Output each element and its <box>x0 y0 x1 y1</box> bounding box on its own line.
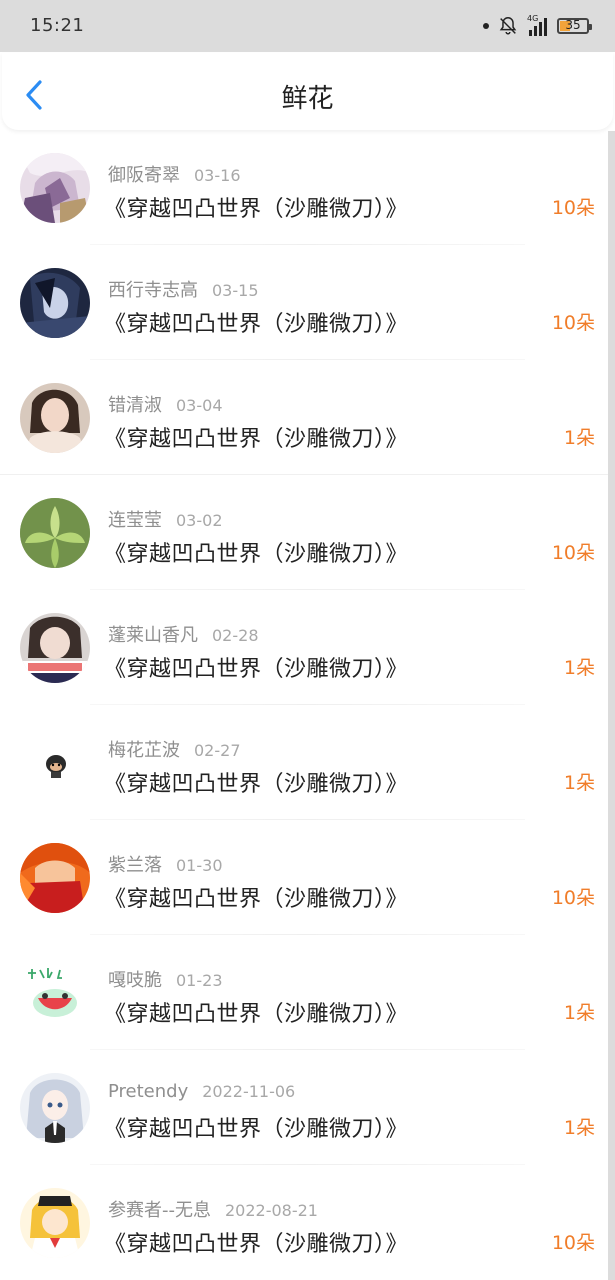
avatar <box>20 1073 90 1143</box>
sender-info: 梅花芷波 02-27 <box>108 736 241 762</box>
sender-name[interactable]: 嘎吱脆 <box>108 970 162 991</box>
gift-date: 03-04 <box>176 396 223 415</box>
sender-name[interactable]: 梅花芷波 <box>108 740 180 761</box>
book-title[interactable]: 《穿越凹凸世界（沙雕微刀）》 <box>104 881 408 913</box>
gift-date: 02-28 <box>212 626 259 645</box>
book-title[interactable]: 《穿越凹凸世界（沙雕微刀）》 <box>104 191 408 223</box>
avatar <box>20 843 90 913</box>
sender-info: 蓬莱山香凡 02-28 <box>108 621 259 647</box>
sender-info: 西行寺志高 03-15 <box>108 276 259 302</box>
sender-name[interactable]: 参赛者--无息 <box>108 1200 211 1221</box>
mute-bell-icon <box>499 17 517 35</box>
sender-name[interactable]: 错清淑 <box>108 395 162 416</box>
flower-amount: 1朵 <box>563 1002 595 1024</box>
status-time: 15:21 <box>30 15 85 36</box>
gift-date: 01-30 <box>176 856 223 875</box>
gift-date: 2022-08-21 <box>225 1201 318 1220</box>
avatar <box>20 613 90 683</box>
flower-amount: 10朵 <box>551 887 595 909</box>
network-type-label: 4G <box>527 14 539 23</box>
page-title: 鲜花 <box>281 84 334 114</box>
flower-amount: 10朵 <box>551 542 595 564</box>
list-item[interactable]: 西行寺志高 03-15 《穿越凹凸世界（沙雕微刀）》 10朵 <box>0 245 608 360</box>
sender-info: 紫兰落 01-30 <box>108 851 223 877</box>
sender-name[interactable]: 紫兰落 <box>108 855 162 876</box>
list-item[interactable]: 御阪寄翠 03-16 《穿越凹凸世界（沙雕微刀）》 10朵 <box>0 130 608 245</box>
list-item[interactable]: 参赛者--无息 2022-08-21 《穿越凹凸世界（沙雕微刀）》 10朵 <box>0 1165 608 1280</box>
status-bar: 15:21 4G 35 <box>0 0 615 52</box>
list-item[interactable]: 蓬莱山香凡 02-28 《穿越凹凸世界（沙雕微刀）》 1朵 <box>0 590 608 705</box>
flower-amount: 1朵 <box>563 1117 595 1139</box>
sender-name[interactable]: 西行寺志高 <box>108 280 198 301</box>
avatar <box>20 958 90 1028</box>
sender-info: 连莹莹 03-02 <box>108 506 223 532</box>
gift-date: 03-02 <box>176 511 223 530</box>
battery-icon: 35 <box>557 18 592 34</box>
sender-info: 参赛者--无息 2022-08-21 <box>108 1196 318 1222</box>
avatar <box>20 383 90 453</box>
gift-date: 2022-11-06 <box>202 1082 296 1101</box>
book-title[interactable]: 《穿越凹凸世界（沙雕微刀）》 <box>104 306 408 338</box>
gift-date: 03-15 <box>212 281 259 300</box>
list-item[interactable]: 连莹莹 03-02 《穿越凹凸世界（沙雕微刀）》 10朵 <box>0 475 608 590</box>
book-title[interactable]: 《穿越凹凸世界（沙雕微刀）》 <box>104 766 408 798</box>
flower-amount: 1朵 <box>563 657 595 679</box>
avatar <box>20 1188 90 1258</box>
sender-name[interactable]: Pretendy <box>108 1081 188 1102</box>
flower-gift-list: 御阪寄翠 03-16 《穿越凹凸世界（沙雕微刀）》 10朵 西行寺志高 03-15 … <box>0 130 608 1280</box>
sender-info: 御阪寄翠 03-16 <box>108 161 241 187</box>
sender-info: 错清淑 03-04 <box>108 391 223 417</box>
sender-name[interactable]: 御阪寄翠 <box>108 165 180 186</box>
book-title[interactable]: 《穿越凹凸世界（沙雕微刀）》 <box>104 1111 408 1143</box>
avatar <box>20 498 90 568</box>
flower-amount: 10朵 <box>551 312 595 334</box>
avatar <box>20 153 90 223</box>
sender-name[interactable]: 连莹莹 <box>108 510 162 531</box>
list-item[interactable]: 错清淑 03-04 《穿越凹凸世界（沙雕微刀）》 1朵 <box>0 360 608 475</box>
book-title[interactable]: 《穿越凹凸世界（沙雕微刀）》 <box>104 996 408 1028</box>
notification-dot-icon <box>483 23 489 29</box>
flower-amount: 10朵 <box>551 197 595 219</box>
scrollbar[interactable] <box>608 131 615 1280</box>
flower-amount: 1朵 <box>563 772 595 794</box>
book-title[interactable]: 《穿越凹凸世界（沙雕微刀）》 <box>104 421 408 453</box>
cellular-signal-icon: 4G <box>527 14 549 36</box>
flower-amount: 10朵 <box>551 1232 595 1254</box>
gift-date: 01-23 <box>176 971 223 990</box>
book-title[interactable]: 《穿越凹凸世界（沙雕微刀）》 <box>104 1226 408 1258</box>
avatar <box>20 268 90 338</box>
book-title[interactable]: 《穿越凹凸世界（沙雕微刀）》 <box>104 536 408 568</box>
list-item[interactable]: 梅花芷波 02-27 《穿越凹凸世界（沙雕微刀）》 1朵 <box>0 705 608 820</box>
sender-info: 嘎吱脆 01-23 <box>108 966 223 992</box>
list-item[interactable]: 嘎吱脆 01-23 《穿越凹凸世界（沙雕微刀）》 1朵 <box>0 935 608 1050</box>
flower-amount: 1朵 <box>563 427 595 449</box>
book-title[interactable]: 《穿越凹凸世界（沙雕微刀）》 <box>104 651 408 683</box>
status-icons: 4G 35 <box>483 14 592 38</box>
sender-info: Pretendy 2022-11-06 <box>108 1081 295 1102</box>
app-header: 鲜花 <box>2 53 613 130</box>
avatar <box>20 728 90 798</box>
gift-date: 02-27 <box>194 741 241 760</box>
list-item[interactable]: 紫兰落 01-30 《穿越凹凸世界（沙雕微刀）》 10朵 <box>0 820 608 935</box>
battery-level: 35 <box>565 18 581 32</box>
list-item[interactable]: Pretendy 2022-11-06 《穿越凹凸世界（沙雕微刀）》 1朵 <box>0 1050 608 1165</box>
sender-name[interactable]: 蓬莱山香凡 <box>108 625 198 646</box>
gift-date: 03-16 <box>194 166 241 185</box>
